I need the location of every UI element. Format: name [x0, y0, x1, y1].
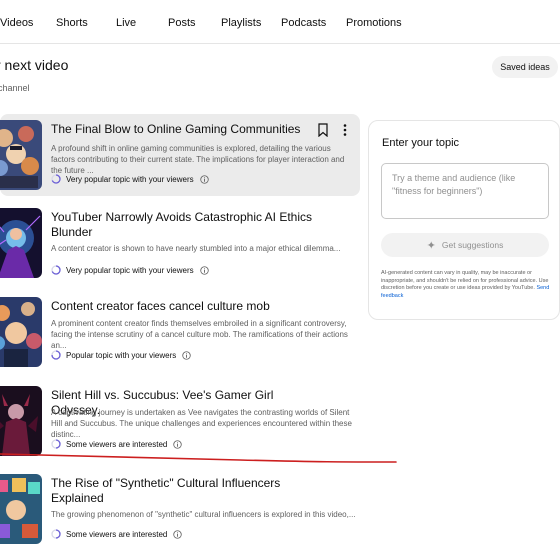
bookmark-icon[interactable]	[317, 123, 329, 137]
idea-title: The Rise of "Synthetic" Cultural Influen…	[51, 476, 281, 505]
ai-disclaimer: AI-generated content can vary in quality…	[381, 270, 553, 300]
idea-card[interactable]: The Rise of "Synthetic" Cultural Influen…	[0, 468, 360, 550]
idea-description: A captivating journey is undertaken as V…	[51, 408, 352, 439]
sparkle-icon: ✦	[426, 239, 436, 252]
idea-description: The growing phenomenon of "synthetic" cu…	[51, 510, 356, 519]
channel-tabs: Videos Shorts Live Posts Playlists Podca…	[0, 0, 560, 44]
idea-status-text: Very popular topic with your viewers	[66, 174, 194, 184]
idea-title: YouTuber Narrowly Avoids Catastrophic AI…	[51, 210, 313, 239]
idea-card[interactable]: The Final Blow to Online Gaming Communit…	[0, 114, 360, 196]
popularity-ring-icon	[51, 174, 61, 184]
popularity-ring-icon	[51, 529, 61, 539]
idea-thumbnail	[0, 120, 42, 190]
topic-panel: Enter your topic ✦ Get suggestions AI-ge…	[368, 120, 560, 320]
idea-description: A profound shift in online gaming commun…	[51, 144, 345, 175]
idea-thumbnail	[0, 208, 42, 278]
tab-playlists[interactable]: Playlists	[221, 17, 261, 29]
tab-live[interactable]: Live	[116, 17, 136, 29]
idea-status: Very popular topic with your viewers	[51, 173, 209, 185]
page-subtitle: channel	[0, 83, 30, 93]
saved-ideas-button[interactable]: Saved ideas	[492, 56, 558, 78]
idea-thumbnail	[0, 474, 42, 544]
idea-status: Some viewers are interested	[51, 528, 183, 540]
tab-promotions[interactable]: Promotions	[346, 17, 402, 29]
get-suggestions-button[interactable]: ✦ Get suggestions	[381, 233, 549, 257]
annotation-line	[0, 453, 397, 463]
info-icon[interactable]	[199, 265, 209, 275]
ai-disclaimer-text: AI-generated content can vary in quality…	[381, 270, 549, 292]
get-suggestions-label: Get suggestions	[441, 240, 504, 250]
info-icon[interactable]	[199, 174, 209, 184]
idea-title: The Final Blow to Online Gaming Communit…	[51, 122, 301, 136]
idea-description: A prominent content creator finds themse…	[51, 319, 348, 350]
idea-description: A content creator is shown to have nearl…	[51, 244, 341, 253]
idea-card[interactable]: Content creator faces cancel culture mob…	[0, 291, 360, 373]
popularity-ring-icon	[51, 350, 61, 360]
tab-podcasts[interactable]: Podcasts	[281, 17, 326, 29]
idea-status: Popular topic with your viewers	[51, 349, 191, 361]
tab-posts[interactable]: Posts	[168, 17, 196, 29]
idea-thumbnail	[0, 297, 42, 367]
idea-status-text: Very popular topic with your viewers	[66, 265, 194, 275]
idea-thumbnail	[0, 386, 42, 456]
more-vert-icon[interactable]	[340, 123, 350, 137]
page-title: r next video	[0, 57, 69, 73]
tab-shorts[interactable]: Shorts	[56, 17, 88, 29]
info-icon[interactable]	[182, 350, 191, 360]
tab-videos[interactable]: Videos	[0, 17, 33, 29]
popularity-ring-icon	[51, 265, 61, 275]
idea-status-text: Popular topic with your viewers	[66, 350, 177, 360]
topic-panel-title: Enter your topic	[382, 137, 460, 149]
idea-status-text: Some viewers are interested	[66, 529, 168, 539]
idea-card[interactable]: YouTuber Narrowly Avoids Catastrophic AI…	[0, 202, 360, 284]
idea-title: Content creator faces cancel culture mob	[51, 299, 270, 313]
idea-status: Very popular topic with your viewers	[51, 264, 209, 276]
info-icon[interactable]	[173, 529, 183, 539]
topic-input[interactable]	[381, 163, 549, 219]
